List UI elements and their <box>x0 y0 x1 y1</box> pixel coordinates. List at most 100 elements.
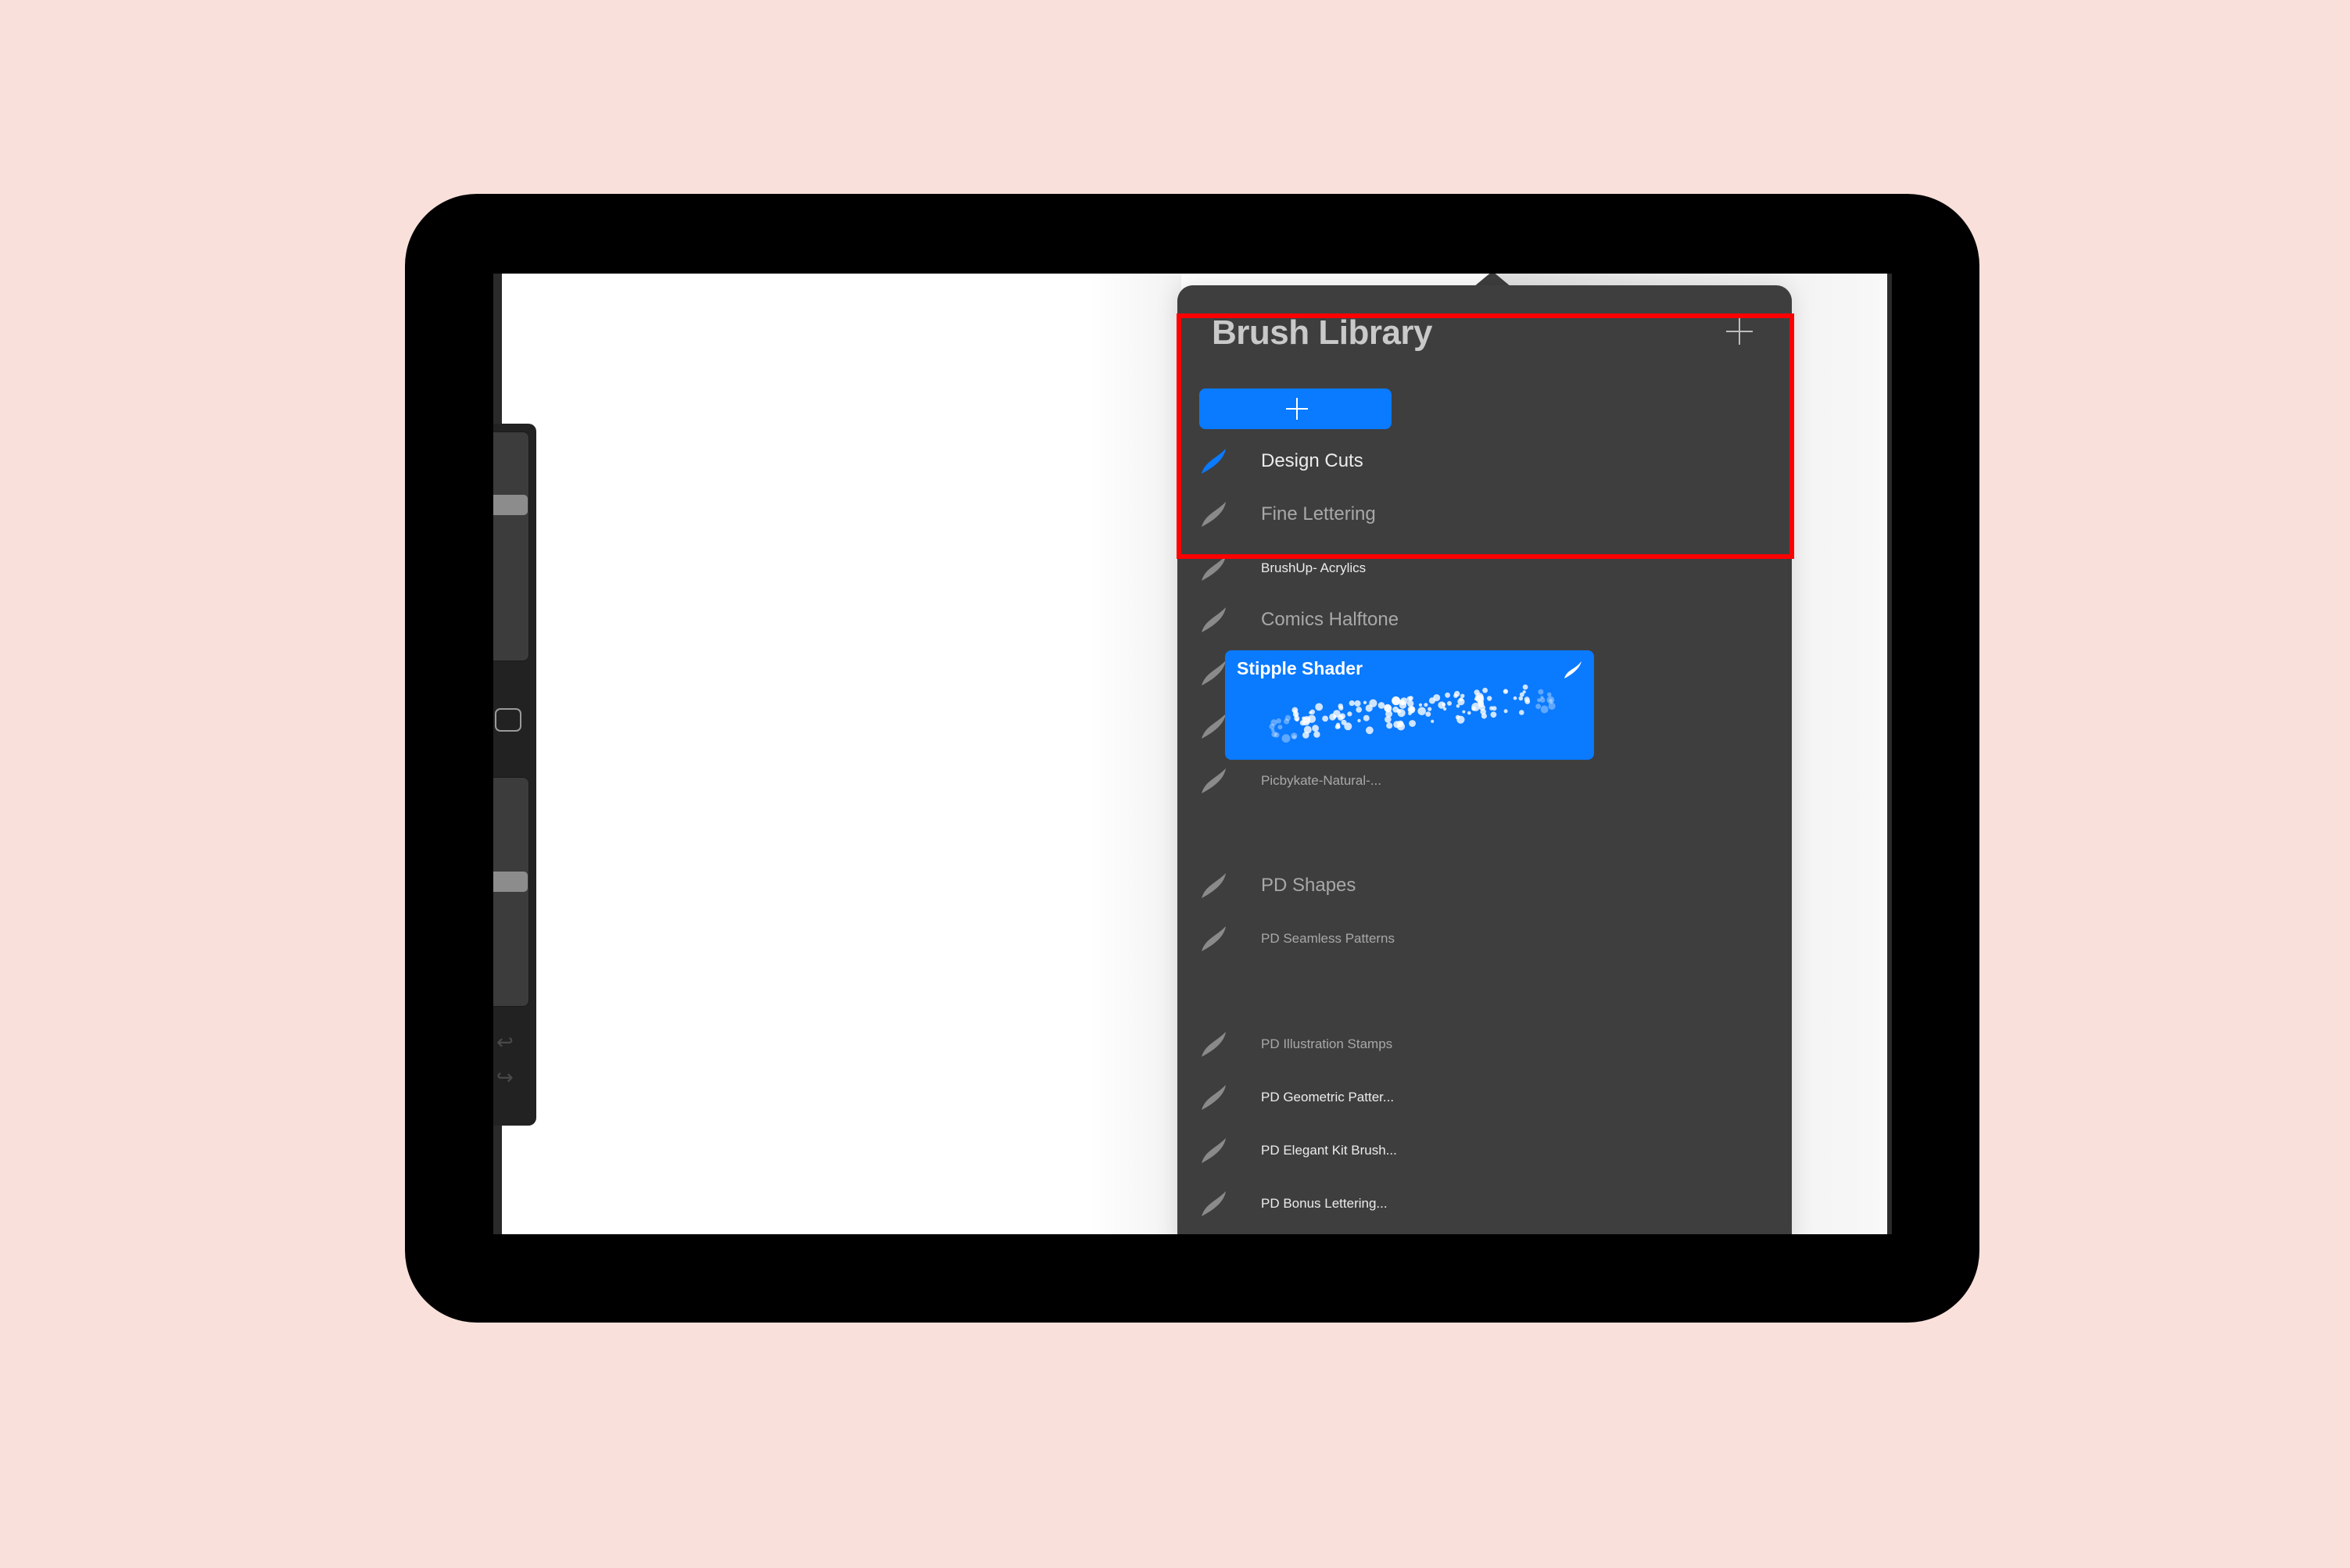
stipple-dot <box>1490 711 1497 718</box>
stipple-dot <box>1474 689 1480 696</box>
brush-set-label: Picbykate-Natural-... <box>1261 773 1381 788</box>
new-brush-set-button[interactable] <box>1199 388 1392 429</box>
stipple-dot <box>1354 700 1361 707</box>
stipple-dot <box>1333 714 1337 718</box>
brush-set-label: PD Geometric Patter... <box>1261 1090 1395 1104</box>
brush-set-item[interactable]: PD Illustration Stamps <box>1199 1021 1418 1068</box>
stipple-dot <box>1302 716 1306 721</box>
brush-set-label: PD Seamless Patterns <box>1261 931 1395 946</box>
stipple-dot <box>1295 718 1299 722</box>
stipple-dot <box>1357 718 1361 723</box>
brush-set-item[interactable]: PD Shapes <box>1199 862 1418 909</box>
stipple-dot <box>1392 696 1400 705</box>
stipple-dot <box>1312 725 1319 732</box>
stipple-dot <box>1393 721 1401 729</box>
stipple-dot <box>1424 703 1428 707</box>
brush-set-icon <box>1202 768 1226 793</box>
stipple-dot <box>1540 705 1549 714</box>
stipple-dot <box>1431 719 1435 723</box>
stipple-dot <box>1307 714 1317 723</box>
brush-size-slider[interactable] <box>493 431 529 661</box>
stipple-dot <box>1363 714 1370 721</box>
stipple-dot <box>1277 725 1283 730</box>
stipple-dot <box>1428 697 1436 704</box>
stipple-dot <box>1303 725 1312 734</box>
modify-button[interactable] <box>495 708 521 732</box>
brush-set-item[interactable]: PD Bonus Lettering... <box>1199 1180 1418 1227</box>
stipple-dot <box>1309 709 1315 714</box>
brush-set-label: PD Shapes <box>1261 875 1356 896</box>
stipple-dot <box>1482 687 1488 693</box>
brush-set-icon <box>1202 556 1226 581</box>
stipple-dot <box>1407 700 1414 707</box>
screen-right-edge <box>1887 274 1892 1234</box>
stipple-dot <box>1460 693 1465 698</box>
stipple-dot <box>1519 710 1524 715</box>
redo-icon[interactable]: ↪ <box>496 1067 518 1087</box>
brush-set-icon-active <box>1202 449 1226 474</box>
stipple-dot <box>1399 701 1407 709</box>
add-brush-set-button[interactable] <box>1726 318 1753 345</box>
stipple-dot <box>1442 702 1445 707</box>
brush-set-icon <box>1202 1032 1226 1057</box>
brush-card-stipple-shader[interactable]: Stipple Shader <box>1225 650 1594 760</box>
brush-set-item[interactable]: Fine Lettering <box>1199 491 1418 538</box>
stipple-stroke-preview <box>1269 684 1556 743</box>
stipple-dot <box>1538 689 1544 695</box>
stipple-dot <box>1349 700 1355 707</box>
stipple-dot <box>1503 709 1508 714</box>
stipple-dot <box>1428 707 1432 711</box>
stipple-dot <box>1334 724 1340 729</box>
brush-set-label: BrushUp- Acrylics <box>1261 560 1367 575</box>
stipple-dot <box>1513 696 1517 700</box>
brush-set-icon <box>1202 1085 1226 1110</box>
brush-set-label: Design Cuts <box>1261 450 1363 471</box>
stipple-dot <box>1445 692 1450 698</box>
brush-set-item[interactable]: PD Seamless Patterns <box>1199 915 1418 962</box>
stipple-dot <box>1524 699 1531 704</box>
stipple-dot <box>1519 692 1524 697</box>
stipple-dot <box>1503 689 1509 694</box>
brush-set-item[interactable]: Comics Halftone <box>1199 596 1418 643</box>
opacity-thumb[interactable] <box>493 872 528 892</box>
brush-set-item[interactable]: Design Cuts <box>1199 438 1418 485</box>
opacity-slider[interactable] <box>493 777 529 1007</box>
stipple-dot <box>1347 711 1352 717</box>
brush-set-label: Fine Lettering <box>1261 503 1376 524</box>
brush-size-thumb[interactable] <box>493 495 528 515</box>
brush-set-label: PD Illustration Stamps <box>1261 1036 1393 1051</box>
stipple-dot <box>1537 698 1542 703</box>
brush-set-item[interactable]: Picbykate-Natural-... <box>1199 757 1418 804</box>
stipple-dot <box>1384 704 1392 713</box>
brush-set-item[interactable]: PD Geometric Patter... <box>1199 1074 1418 1121</box>
stipple-dot <box>1313 731 1320 738</box>
stipple-dot <box>1386 722 1393 729</box>
stipple-dot <box>1399 721 1404 725</box>
brush-set-item[interactable]: BrushUp- Acrylics <box>1199 545 1418 592</box>
undo-icon[interactable]: ↩ <box>496 1032 518 1052</box>
stipple-dot <box>1271 729 1275 732</box>
brush-set-icon <box>1202 502 1226 527</box>
brush-set-item[interactable]: PD Elegant Kit Brush... <box>1199 1127 1418 1174</box>
stipple-dot <box>1269 723 1275 730</box>
stipple-dot <box>1447 700 1452 706</box>
stipple-dot <box>1338 705 1344 711</box>
brush-set-icon <box>1202 607 1226 632</box>
stipple-dot <box>1453 693 1458 698</box>
stipple-dot <box>1489 706 1494 711</box>
brush-library-panel: Brush Library Design Cuts Fine Lettering B… <box>1177 285 1792 1234</box>
stipple-dot <box>1409 707 1415 713</box>
brush-set-icon <box>1202 873 1226 898</box>
stipple-dot <box>1274 732 1280 738</box>
stipple-dot <box>1339 713 1345 720</box>
stipple-dot <box>1365 704 1373 712</box>
stipple-dot <box>1481 713 1487 719</box>
brush-set-label: PD Elegant Kit Brush... <box>1261 1143 1397 1158</box>
stipple-dot <box>1487 696 1492 701</box>
procreate-screen: ↩ ↪ Brush Library Design Cuts Fine Letter… <box>493 274 1892 1234</box>
brush-icon <box>1564 661 1582 678</box>
stipple-dot <box>1315 703 1324 711</box>
stipple-dot <box>1417 707 1426 716</box>
stipple-dot <box>1418 703 1423 707</box>
stipple-dot <box>1548 702 1556 710</box>
